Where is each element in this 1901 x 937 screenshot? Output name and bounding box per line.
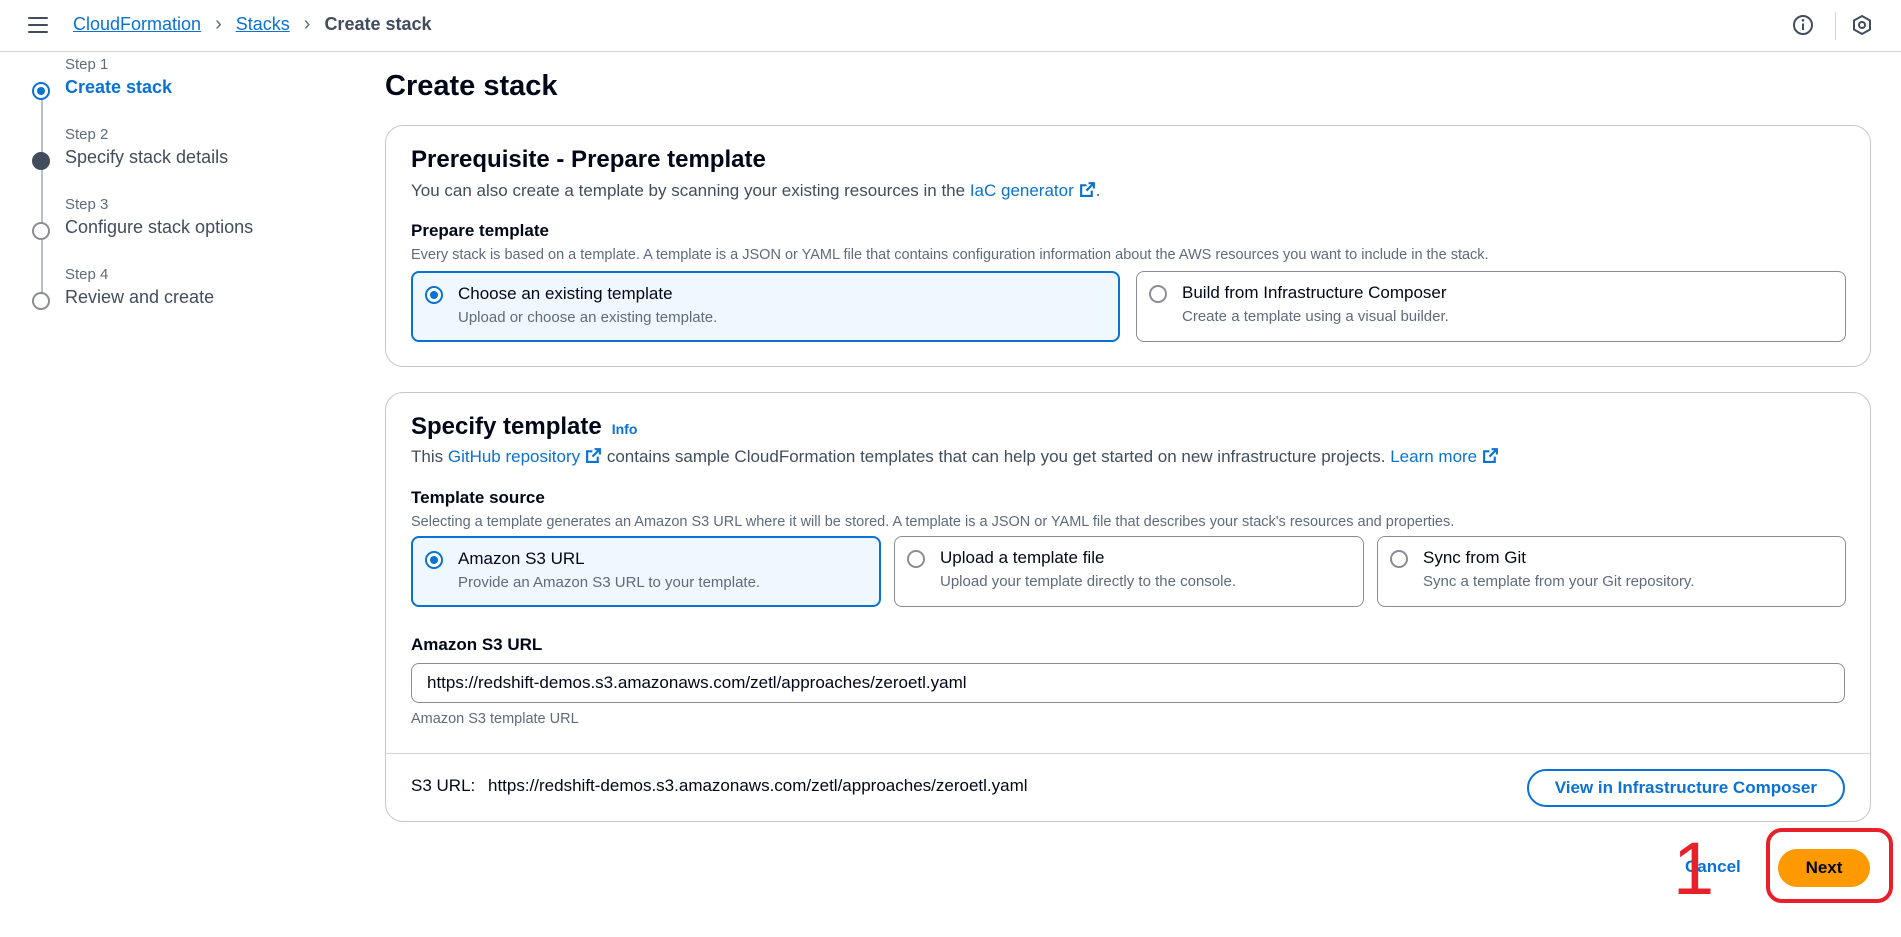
learn-more-link[interactable]: Learn more	[1390, 447, 1477, 466]
chevron-right-icon: ›	[215, 13, 222, 35]
option-amazon-s3-url[interactable]: Amazon S3 URL Provide an Amazon S3 URL t…	[411, 536, 881, 607]
option-sync-from-git[interactable]: Sync from Git Sync a template from your …	[1377, 536, 1846, 607]
radio-unselected[interactable]	[1390, 550, 1408, 568]
option-title: Sync from Git	[1423, 548, 1526, 567]
info-circle-icon[interactable]	[1792, 14, 1814, 36]
step-title: Configure stack options	[65, 217, 254, 237]
option-desc: Upload your template directly to the con…	[940, 573, 1236, 590]
step-title: Specify stack details	[65, 147, 229, 167]
option-choose-existing-template[interactable]: Choose an existing template Upload or ch…	[411, 271, 1120, 342]
specify-template-container: Specify template Info This GitHub reposi…	[385, 392, 1871, 822]
github-repository-link[interactable]: GitHub repository	[448, 447, 580, 466]
radio-selected[interactable]	[425, 551, 443, 569]
breadcrumb-cloudformation[interactable]: CloudFormation	[73, 14, 201, 35]
prerequisite-description: You can also create a template by scanni…	[411, 181, 1101, 201]
option-desc: Sync a template from your Git repository…	[1423, 573, 1695, 590]
step-number: Step 4	[65, 266, 109, 283]
step-title: Create stack	[65, 77, 173, 97]
radio-unselected[interactable]	[1149, 285, 1167, 303]
desc-text: This	[411, 447, 448, 466]
prerequisite-heading: Prerequisite - Prepare template	[411, 146, 766, 173]
breadcrumb-current: Create stack	[324, 14, 432, 34]
step-active-indicator	[32, 82, 50, 100]
iac-generator-link[interactable]: IaC generator	[970, 181, 1074, 200]
divider	[1835, 12, 1836, 40]
top-navigation: CloudFormation › Stacks › Create stack	[0, 0, 1901, 52]
option-build-from-composer[interactable]: Build from Infrastructure Composer Creat…	[1136, 271, 1846, 342]
template-source-label: Template source	[411, 488, 545, 507]
step-1[interactable]: Step 1 Create stack	[30, 56, 330, 152]
option-title: Upload a template file	[940, 548, 1105, 567]
step-4: Step 4 Review and create	[30, 266, 330, 336]
desc-text: .	[1095, 181, 1101, 200]
option-desc: Provide an Amazon S3 URL to your templat…	[458, 574, 761, 591]
external-link-icon[interactable]	[1079, 181, 1096, 198]
s3-url-footer: S3 URL: https://redshift-demos.s3.amazon…	[386, 753, 1870, 822]
specify-heading: Specify template	[411, 413, 602, 440]
option-title: Amazon S3 URL	[458, 549, 585, 568]
breadcrumb-stacks[interactable]: Stacks	[236, 14, 290, 35]
s3-url-hint: Amazon S3 template URL	[411, 711, 579, 727]
prepare-template-hint: Every stack is based on a template. A te…	[411, 247, 1489, 263]
option-desc: Upload or choose an existing template.	[458, 309, 718, 326]
s3-url-footer-label: S3 URL:	[411, 776, 476, 795]
info-link[interactable]: Info	[612, 421, 638, 437]
option-title: Build from Infrastructure Composer	[1182, 283, 1447, 302]
page-title: Create stack	[385, 70, 558, 102]
step-title: Review and create	[65, 287, 215, 307]
step-2: Step 2 Specify stack details	[30, 126, 330, 222]
step-number: Step 2	[65, 126, 109, 143]
radio-selected[interactable]	[425, 286, 443, 304]
prepare-template-label: Prepare template	[411, 221, 549, 240]
settings-hex-icon[interactable]	[1851, 14, 1873, 36]
step-indicator	[32, 292, 50, 310]
template-source-hint: Selecting a template generates an Amazon…	[411, 514, 1455, 530]
desc-text: contains sample CloudFormation templates…	[602, 447, 1391, 466]
specify-description: This GitHub repository contains sample C…	[411, 447, 1499, 467]
step-indicator	[32, 152, 50, 170]
step-indicator	[32, 222, 50, 240]
s3-url-label: Amazon S3 URL	[411, 635, 543, 654]
view-in-composer-button[interactable]: View in Infrastructure Composer	[1526, 769, 1845, 807]
option-title: Choose an existing template	[458, 284, 673, 303]
annotation-highlight-box	[1766, 828, 1893, 903]
step-3: Step 3 Configure stack options	[30, 196, 330, 292]
specify-heading-row: Specify template Info	[411, 413, 637, 441]
menu-icon[interactable]	[28, 17, 48, 33]
option-desc: Create a template using a visual builder…	[1182, 308, 1449, 325]
chevron-right-icon: ›	[303, 13, 311, 35]
wizard-steps: Step 1 Create stack Step 2 Specify stack…	[30, 56, 330, 336]
s3-url-footer-value: https://redshift-demos.s3.amazonaws.com/…	[488, 776, 1028, 795]
prerequisite-container: Prerequisite - Prepare template You can …	[385, 125, 1871, 367]
desc-text: You can also create a template by scanni…	[411, 181, 970, 200]
external-link-icon[interactable]	[1482, 447, 1499, 464]
step-number: Step 1	[65, 56, 109, 73]
breadcrumb: CloudFormation › Stacks › Create stack	[73, 13, 432, 36]
step-number: Step 3	[65, 196, 109, 213]
annotation-number: 1	[1673, 827, 1715, 910]
radio-unselected[interactable]	[907, 550, 925, 568]
external-link-icon[interactable]	[585, 447, 602, 464]
s3-url-input[interactable]: https://redshift-demos.s3.amazonaws.com/…	[411, 663, 1845, 703]
option-upload-template-file[interactable]: Upload a template file Upload your templ…	[894, 536, 1364, 607]
